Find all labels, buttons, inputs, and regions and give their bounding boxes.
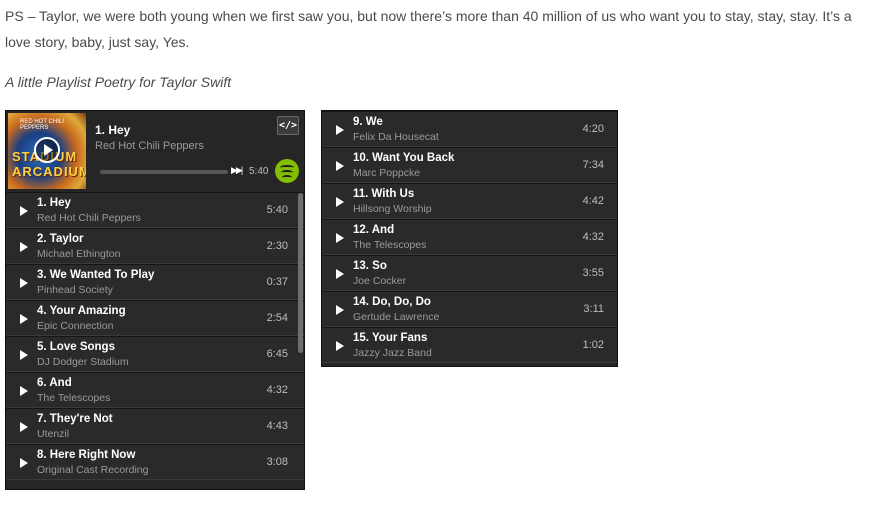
play-icon[interactable]: [20, 386, 28, 396]
tracklist-2: 9. We Felix Da Housecat 4:20 10. Want You B…: [322, 111, 617, 363]
track-artist: Pinhead Society: [37, 284, 113, 296]
track-artist: Utenzil: [37, 428, 70, 440]
track-title: 7. They're Not: [37, 413, 113, 425]
track-title: 8. Here Right Now: [37, 449, 136, 461]
embed-code-button[interactable]: </>: [277, 116, 299, 135]
track-duration: 4:20: [582, 123, 604, 135]
track-row[interactable]: 12. And The Telescopes 4:32: [322, 219, 617, 255]
track-duration: 3:11: [583, 303, 604, 315]
album-art[interactable]: RED HOT CHILI PEPPERS STADIUM ARCADIUM: [8, 113, 86, 189]
track-row[interactable]: 15. Your Fans Jazzy Jazz Band 1:02: [322, 327, 617, 363]
now-playing-time: 5:40: [249, 166, 269, 177]
track-row[interactable]: 7. They're Not Utenzil 4:43: [6, 408, 304, 444]
play-icon[interactable]: [336, 305, 344, 315]
track-title: 4. Your Amazing: [37, 305, 126, 317]
play-icon[interactable]: [336, 233, 344, 243]
spotify-logo-icon[interactable]: [275, 159, 299, 183]
track-duration: 2:54: [266, 312, 288, 324]
track-artist: Gertude Lawrence: [353, 311, 440, 323]
track-row[interactable]: 3. We Wanted To Play Pinhead Society 0:37: [6, 264, 304, 300]
track-row[interactable]: 8. Here Right Now Original Cast Recording…: [6, 444, 304, 480]
play-icon[interactable]: [20, 458, 28, 468]
progress-bar[interactable]: [100, 170, 228, 174]
track-row[interactable]: 2. Taylor Michael Ethington 2:30: [6, 228, 304, 264]
now-playing-artist[interactable]: Red Hot Chili Peppers: [95, 140, 204, 152]
play-icon[interactable]: [20, 206, 28, 216]
spotify-player-1: RED HOT CHILI PEPPERS STADIUM ARCADIUM 1…: [5, 110, 305, 490]
track-row[interactable]: 4. Your Amazing Epic Connection 2:54: [6, 300, 304, 336]
track-artist: Hillsong Worship: [353, 203, 432, 215]
play-icon[interactable]: [20, 422, 28, 432]
track-duration: 1:02: [582, 339, 604, 351]
track-artist: Jazzy Jazz Band: [353, 347, 432, 359]
tracklist-scrollbar[interactable]: [298, 193, 303, 353]
track-row[interactable]: 9. We Felix Da Housecat 4:20: [322, 111, 617, 147]
track-title: 5. Love Songs: [37, 341, 115, 353]
track-row[interactable]: 5. Love Songs DJ Dodger Stadium 6:45: [6, 336, 304, 372]
track-title: 6. And: [37, 377, 72, 389]
track-row[interactable]: 11. With Us Hillsong Worship 4:42: [322, 183, 617, 219]
track-artist: Red Hot Chili Peppers: [37, 212, 141, 224]
play-icon[interactable]: [20, 242, 28, 252]
track-row[interactable]: 6. And The Telescopes 4:32: [6, 372, 304, 408]
track-artist: Felix Da Housecat: [353, 131, 439, 143]
play-icon[interactable]: [336, 197, 344, 207]
track-duration: 0:37: [266, 276, 288, 288]
track-duration: 6:45: [266, 348, 288, 360]
track-artist: Michael Ethington: [37, 248, 121, 260]
tracklist-1: 1. Hey Red Hot Chili Peppers 5:40 2. Taylor…: [6, 192, 304, 480]
track-row[interactable]: 10. Want You Back Marc Poppcke 7:34: [322, 147, 617, 183]
play-icon[interactable]: [20, 350, 28, 360]
now-playing-title[interactable]: 1. Hey: [95, 123, 130, 137]
album-art-label-top: RED HOT CHILI PEPPERS: [20, 119, 64, 131]
now-playing-header: RED HOT CHILI PEPPERS STADIUM ARCADIUM 1…: [6, 111, 304, 190]
track-row[interactable]: 13. So Joe Cocker 3:55: [322, 255, 617, 291]
playlist-caption: A little Playlist Poetry for Taylor Swif…: [5, 74, 232, 90]
track-title: 1. Hey: [37, 197, 71, 209]
track-artist: The Telescopes: [37, 392, 111, 404]
spotify-player-2: 9. We Felix Da Housecat 4:20 10. Want You B…: [321, 110, 618, 367]
track-row[interactable]: 14. Do, Do, Do Gertude Lawrence 3:11: [322, 291, 617, 327]
skip-forward-icon[interactable]: ▶▶|: [231, 165, 243, 176]
play-icon[interactable]: [336, 161, 344, 171]
track-title: 11. With Us: [353, 188, 415, 200]
track-duration: 2:30: [266, 240, 288, 252]
track-title: 15. Your Fans: [353, 332, 428, 344]
play-icon[interactable]: [20, 314, 28, 324]
track-artist: Marc Poppcke: [353, 167, 421, 179]
track-duration: 7:34: [582, 159, 604, 171]
play-icon[interactable]: [336, 269, 344, 279]
play-icon[interactable]: [34, 137, 60, 163]
track-row[interactable]: 1. Hey Red Hot Chili Peppers 5:40: [6, 192, 304, 228]
ps-paragraph: PS – Taylor, we were both young when we …: [5, 8, 852, 50]
track-title: 12. And: [353, 224, 395, 236]
track-artist: The Telescopes: [353, 239, 427, 251]
track-title: 10. Want You Back: [353, 152, 455, 164]
play-icon[interactable]: [336, 125, 344, 135]
play-icon[interactable]: [336, 341, 344, 351]
track-duration: 5:40: [266, 204, 288, 216]
track-title: 13. So: [353, 260, 387, 272]
play-icon[interactable]: [20, 278, 28, 288]
track-duration: 3:08: [266, 456, 288, 468]
track-duration: 4:43: [266, 420, 288, 432]
track-artist: Joe Cocker: [353, 275, 407, 287]
track-artist: DJ Dodger Stadium: [37, 356, 129, 368]
track-artist: Original Cast Recording: [37, 464, 149, 476]
track-title: 3. We Wanted To Play: [37, 269, 155, 281]
track-duration: 4:32: [266, 384, 288, 396]
track-duration: 4:32: [582, 231, 604, 243]
track-title: 14. Do, Do, Do: [353, 296, 431, 308]
track-title: 2. Taylor: [37, 233, 84, 245]
track-duration: 3:55: [582, 267, 604, 279]
track-title: 9. We: [353, 116, 383, 128]
track-artist: Epic Connection: [37, 320, 114, 332]
track-duration: 4:42: [582, 195, 604, 207]
